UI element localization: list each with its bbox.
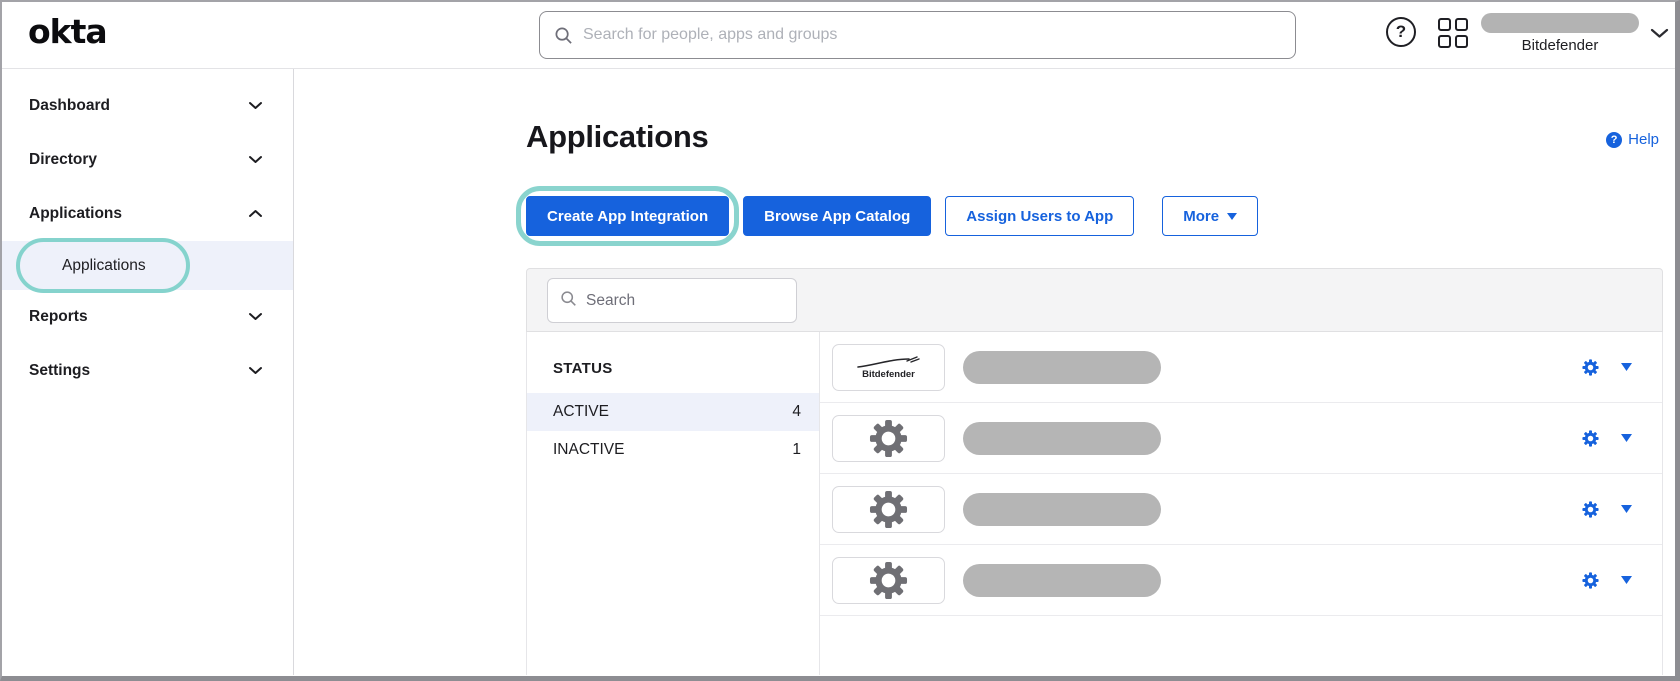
search-icon [560,290,577,312]
help-icon[interactable]: ? [1386,17,1416,47]
page-title: Applications [526,119,708,155]
applications-table: STATUS ACTIVE 4 INACTIVE 1 [526,268,1663,675]
help-badge-icon: ? [1606,132,1622,148]
filter-option-label: INACTIVE [553,441,624,459]
app-row-bitdefender[interactable]: Bitdefender [820,332,1662,403]
status-filter-panel: STATUS ACTIVE 4 INACTIVE 1 [527,332,820,675]
row-controls [1582,403,1632,473]
global-search-input[interactable] [583,26,1281,44]
status-filter-header: STATUS [553,360,819,377]
sidebar-item-label: Applications [29,205,122,223]
sidebar-item-reports[interactable]: Reports [2,290,293,344]
main-content: Applications ? Help Create App Integrati… [294,69,1675,675]
apps-grid-icon[interactable] [1438,18,1468,48]
dropdown-caret-icon [1227,213,1237,220]
redacted-app-name [963,493,1161,526]
sidebar-item-directory[interactable]: Directory [2,133,293,187]
org-name: Bitdefender [1522,37,1599,54]
top-bar: okta ? Bitdefender [2,2,1675,69]
grid-square [1455,18,1468,31]
gear-icon [869,561,908,600]
search-icon [554,26,573,45]
chevron-down-icon [248,97,263,115]
row-controls [1582,474,1632,544]
default-app-icon [832,415,945,462]
row-dropdown-caret-icon[interactable] [1621,576,1632,584]
default-app-icon [832,486,945,533]
assign-users-to-app-button[interactable]: Assign Users to App [945,196,1134,236]
row-dropdown-caret-icon[interactable] [1621,363,1632,371]
row-controls [1582,332,1632,402]
sidebar-item-label: Directory [29,151,97,169]
redacted-app-name [963,564,1161,597]
action-buttons: Create App Integration Browse App Catalo… [526,196,1258,236]
table-search[interactable] [547,278,797,323]
redacted-username [1481,13,1639,33]
more-button[interactable]: More [1162,196,1258,236]
chevron-down-icon [248,362,263,380]
filter-option-count: 1 [792,441,801,459]
global-search[interactable] [539,11,1296,59]
chevron-down-icon [248,151,263,169]
table-toolbar [526,268,1663,332]
app-rows: Bitdefender [820,332,1662,675]
bitdefender-logo-text: Bitdefender [862,369,915,380]
grid-square [1438,18,1451,31]
table-search-input[interactable] [586,292,786,310]
filter-option-active[interactable]: ACTIVE 4 [527,393,819,431]
gear-icon [869,419,908,458]
grid-square [1455,35,1468,48]
row-dropdown-caret-icon[interactable] [1621,505,1632,513]
app-row[interactable] [820,545,1662,616]
chevron-up-icon [248,205,263,223]
app-row[interactable] [820,474,1662,545]
filter-option-count: 4 [792,403,801,421]
row-settings-gear-icon[interactable] [1582,572,1599,589]
help-link-label: Help [1628,131,1659,148]
sidebar: Dashboard Directory Applications Applica… [2,69,294,675]
bitdefender-logo: Bitdefender [832,344,945,391]
browse-app-catalog-button[interactable]: Browse App Catalog [743,196,931,236]
sidebar-item-dashboard[interactable]: Dashboard [2,79,293,133]
help-link[interactable]: ? Help [1606,131,1659,148]
sidebar-item-applications[interactable]: Applications [2,187,293,241]
app-window: okta ? Bitdefender Dashboard [0,0,1680,681]
sidebar-item-settings[interactable]: Settings [2,344,293,398]
table-body: STATUS ACTIVE 4 INACTIVE 1 [526,332,1663,675]
redacted-app-name [963,422,1161,455]
chevron-down-icon [248,308,263,326]
grid-square [1438,35,1451,48]
row-settings-gear-icon[interactable] [1582,359,1599,376]
filter-option-label: ACTIVE [553,403,609,421]
row-settings-gear-icon[interactable] [1582,430,1599,447]
app-row[interactable] [820,403,1662,474]
row-controls [1582,545,1632,615]
sidebar-subitem-label: Applications [62,257,146,275]
create-app-integration-button[interactable]: Create App Integration [526,196,729,236]
filter-option-inactive[interactable]: INACTIVE 1 [527,431,819,469]
sidebar-item-label: Reports [29,308,88,326]
sidebar-item-label: Settings [29,362,90,380]
redacted-app-name [963,351,1161,384]
content-row: Dashboard Directory Applications Applica… [2,69,1675,675]
annotation-ring: Create App Integration [516,186,739,246]
okta-logo: okta [28,12,107,51]
sidebar-item-label: Dashboard [29,97,110,115]
bitdefender-swoosh-icon [853,355,925,370]
chevron-down-icon[interactable] [1650,26,1669,44]
gear-icon [869,490,908,529]
row-dropdown-caret-icon[interactable] [1621,434,1632,442]
account-menu[interactable]: Bitdefender [1481,13,1639,54]
default-app-icon [832,557,945,604]
sidebar-subitem-applications[interactable]: Applications [2,241,293,290]
more-button-label: More [1183,208,1219,225]
row-settings-gear-icon[interactable] [1582,501,1599,518]
